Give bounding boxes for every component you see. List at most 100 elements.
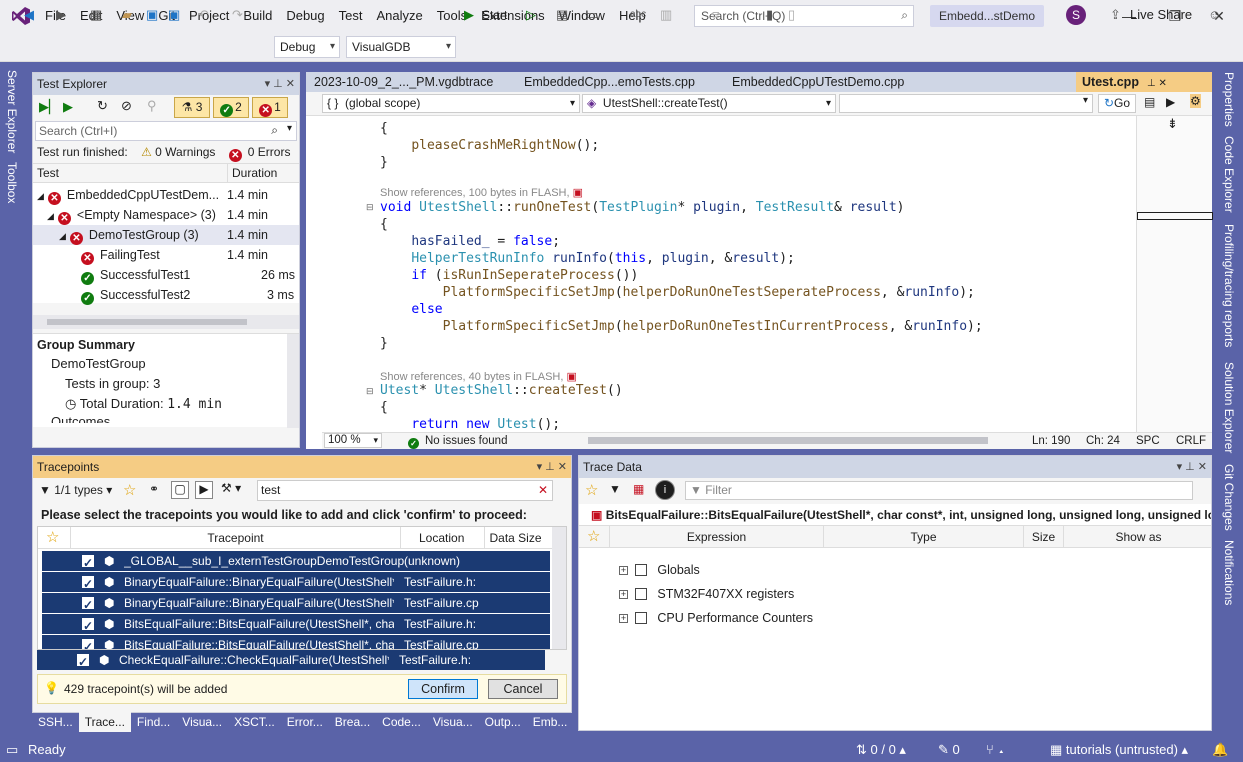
notification-bell-icon[interactable]: 🔔	[1212, 738, 1228, 762]
column-test[interactable]: Test	[33, 166, 59, 180]
link-icon[interactable]: ⚭	[149, 482, 159, 496]
tab-output[interactable]: Outp...	[479, 712, 527, 732]
table-row[interactable]: ⬢BitsEqualFailure::BitsEqualFailure(Utes…	[42, 614, 550, 634]
start-button[interactable]: Start	[482, 5, 507, 25]
confirm-button[interactable]: Confirm	[408, 679, 478, 699]
run-all-icon[interactable]: ▶▏	[39, 99, 59, 115]
save-all-icon[interactable]: ▣	[168, 5, 180, 25]
save-icon[interactable]: ▣	[146, 5, 158, 25]
tab-ssh[interactable]: SSH...	[32, 712, 79, 732]
star-icon[interactable]: ☆	[585, 481, 598, 499]
whitespace-mode[interactable]: SPC	[1136, 433, 1160, 449]
cancel-button[interactable]: Cancel	[488, 679, 558, 699]
run-icon[interactable]: ▶	[63, 99, 73, 115]
column-show-as[interactable]: Show as	[1063, 526, 1213, 548]
profiling-reports-tab[interactable]: Profiling/tracing reports	[1222, 224, 1236, 347]
code-content[interactable]: { pleaseCrashMeRightNow(); }	[380, 120, 599, 171]
tree-row[interactable]: + STM32F407XX registers	[619, 584, 794, 604]
toolbox-tab[interactable]: Toolbox	[5, 162, 19, 203]
tab-embedded[interactable]: Emb...	[527, 712, 574, 732]
next-bookmark-icon[interactable]: ▯	[788, 5, 795, 25]
horizontal-scrollbar[interactable]	[588, 437, 988, 444]
vertical-scrollbar[interactable]	[287, 334, 299, 428]
open-folder-icon[interactable]: ▰	[122, 5, 132, 25]
tree-row[interactable]: ✓ SuccessfulTest2 3 ms	[81, 285, 297, 305]
tab-demotests[interactable]: EmbeddedCpp...emoTests.cpp	[518, 72, 701, 92]
start-icon[interactable]: ▶	[464, 5, 474, 25]
column-expression[interactable]: Expression	[609, 526, 823, 548]
table-row[interactable]: ⬢_GLOBAL__sub_I_externTestGroupDemoTestG…	[42, 551, 550, 571]
rerun-icon[interactable]: ↻	[97, 98, 108, 114]
table-row[interactable]: ⬢BinaryEqualFailure::BinaryEqualFailure(…	[42, 593, 550, 613]
search-input[interactable]: Search (Ctrl+Q) ⌕	[694, 5, 914, 27]
tree-row[interactable]: ◢ ✕ <Empty Namespace> (3) 1.4 min	[47, 205, 297, 225]
document-icon[interactable]: ▤	[1144, 95, 1155, 109]
code-content[interactable]: void UtestShell::runOneTest(TestPlugin* …	[380, 199, 983, 352]
trace-filter-input[interactable]: ▼ Filter	[685, 481, 1193, 500]
tree-row[interactable]: ✓ SuccessfulTest1 26 ms	[81, 265, 297, 285]
function-select[interactable]: ◈ UtestShell::createTest() ▾	[582, 94, 836, 113]
line-number[interactable]: Ln: 190	[1032, 433, 1070, 449]
zoom-select[interactable]: 100 % ▾	[324, 433, 382, 448]
line-endings[interactable]: CRLF	[1176, 433, 1206, 449]
test-search-input[interactable]: Search (Ctrl+I) ⌕ ▾	[35, 121, 297, 141]
cancel-run-icon[interactable]: ⊘	[121, 98, 132, 114]
total-tests-filter[interactable]: ⚗ 3	[174, 97, 210, 118]
scope-select[interactable]: { } (global scope) ▾	[322, 94, 580, 113]
playlist-icon[interactable]: ⚲	[147, 98, 157, 114]
start-without-debugging-icon[interactable]: ▷	[526, 5, 536, 25]
table-icon[interactable]: ▦	[633, 482, 644, 496]
horizontal-scrollbar[interactable]	[33, 315, 299, 329]
go-button[interactable]: ↻Go	[1098, 94, 1136, 113]
tab-visual-2[interactable]: Visua...	[427, 712, 479, 732]
document-icon[interactable]: ▢	[171, 481, 189, 499]
star-icon[interactable]: ☆	[123, 481, 136, 499]
tab-visual[interactable]: Visua...	[176, 712, 228, 732]
column-location[interactable]: Location	[400, 527, 484, 549]
solution-explorer-tab[interactable]: Solution Explorer	[1222, 362, 1236, 453]
menu-test[interactable]: Test	[332, 0, 370, 32]
menu-project[interactable]: Project	[182, 0, 236, 32]
tab-breakpoints[interactable]: Brea...	[329, 712, 376, 732]
types-filter[interactable]: ▼ 1/1 types ▾	[39, 483, 112, 497]
trace-event[interactable]: ▣ BitsEqualFailure::BitsEqualFailure(Ute…	[579, 504, 1211, 526]
info-icon[interactable]: i	[655, 480, 675, 500]
issues-indicator[interactable]: ✓ No issues found	[408, 433, 507, 449]
code-content[interactable]: Utest* UtestShell::createTest() { return…	[380, 382, 623, 433]
tree-row[interactable]: ◢ ✕ EmbeddedCppUTestDem... 1.4 min	[37, 185, 297, 205]
tag-icon[interactable]: ▶	[195, 481, 213, 499]
table-row[interactable]: ⬢BitsEqualFailure::BitsEqualFailure(Utes…	[42, 635, 550, 649]
branch-icon[interactable]: ⑂ ▴	[986, 738, 1005, 762]
server-explorer-tab[interactable]: Server Explorer	[5, 70, 19, 153]
star-icon[interactable]: ☆	[46, 527, 59, 549]
failed-tests-filter[interactable]: ✕ 1	[252, 97, 288, 118]
source-control-changes[interactable]: ⇅ 0 / 0 ▴	[856, 738, 906, 762]
minimap[interactable]: ⇟	[1136, 116, 1213, 436]
column-size[interactable]: Size	[1023, 526, 1063, 548]
tree-row[interactable]: ✕ FailingTest 1.4 min	[81, 245, 297, 265]
bookmark-icon[interactable]: ▮	[766, 5, 773, 25]
tree-row[interactable]: + CPU Performance Counters	[619, 608, 813, 628]
forward-icon[interactable]: ▶	[56, 5, 66, 25]
pending-edits[interactable]: ✎ 0	[938, 738, 960, 762]
vertical-scrollbar[interactable]	[552, 527, 566, 649]
member-select[interactable]: ▾	[839, 94, 1093, 113]
tree-row[interactable]: + Globals	[619, 560, 700, 580]
column-tracepoint[interactable]: Tracepoint	[70, 527, 400, 549]
column-type[interactable]: Type	[823, 526, 1023, 548]
chevron-down-icon[interactable]: ▾	[287, 123, 292, 134]
tab-xsct[interactable]: XSCT...	[228, 712, 281, 732]
table-row[interactable]: ⬢CheckEqualFailure::CheckEqualFailure(Ut…	[37, 650, 545, 670]
panel-pin-close-icon[interactable]: ▾ ⊥ ✕	[537, 456, 567, 478]
tracepoint-filter-input[interactable]: test ✕	[257, 480, 553, 501]
filter-icon[interactable]: ▼	[609, 482, 621, 496]
undo-icon[interactable]: ↶	[198, 5, 209, 25]
star-icon[interactable]: ☆	[587, 526, 600, 548]
properties-tab[interactable]: Properties	[1222, 72, 1236, 127]
notifications-tab[interactable]: Notifications	[1222, 540, 1236, 605]
configuration-select[interactable]: Debug	[274, 36, 340, 58]
tab-utest[interactable]: Utest.cpp ⊥ ✕	[1076, 72, 1212, 92]
split-icon[interactable]: ⇟	[1167, 116, 1178, 132]
layout-icon[interactable]: ▭	[586, 5, 598, 25]
panel-pin-close-icon[interactable]: ▾ ⊥ ✕	[1177, 456, 1207, 478]
